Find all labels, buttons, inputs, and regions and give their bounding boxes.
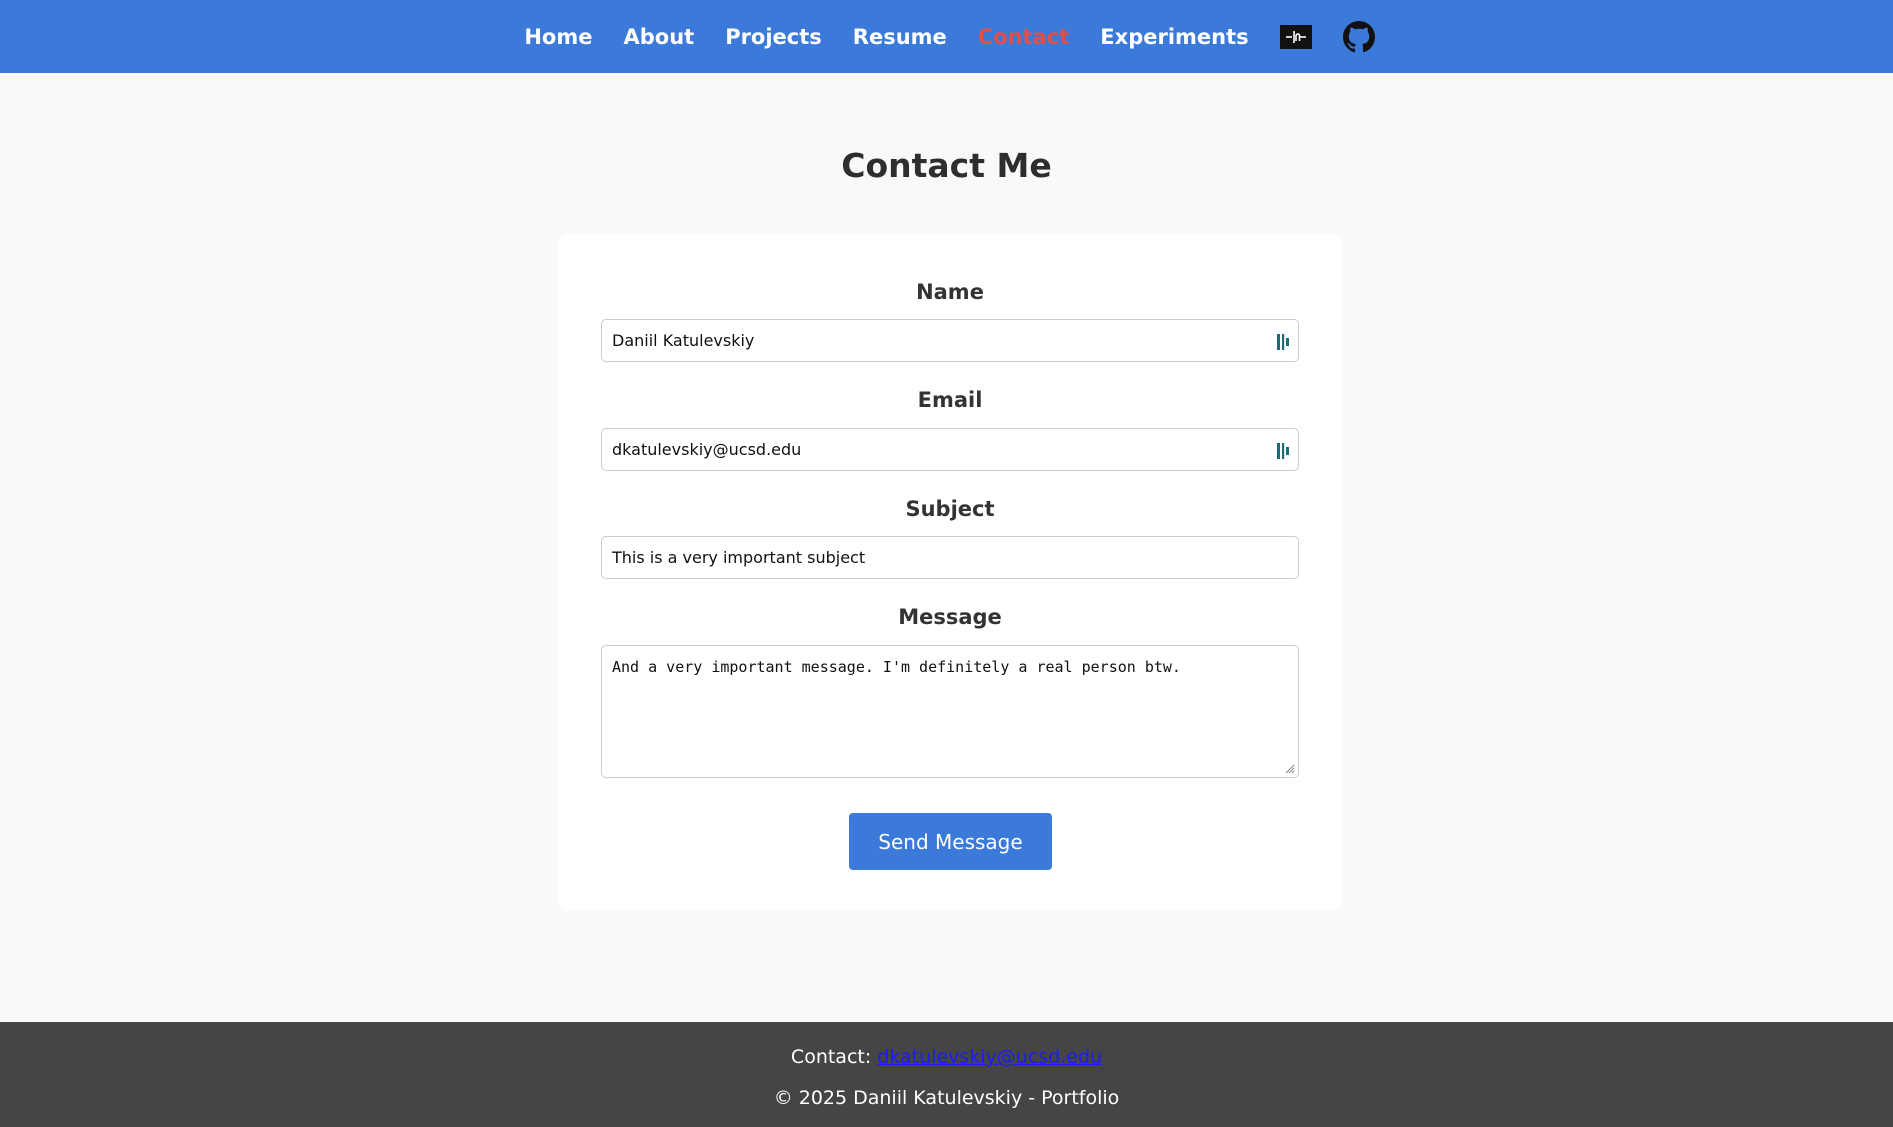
subject-label: Subject (905, 497, 995, 521)
footer-email-link[interactable]: dkatulevskiy@ucsd.edu (877, 1046, 1102, 1068)
name-value: Daniil Katulevskiy (612, 331, 755, 350)
github-link[interactable] (1342, 20, 1375, 53)
nav-link-experiments[interactable]: Experiments (1100, 25, 1248, 49)
footer-contact-prefix: Contact: (790, 1046, 878, 1068)
nav-link-home[interactable]: Home (524, 25, 592, 49)
message-value: And a very important message. I'm defini… (612, 658, 1181, 676)
footer-copyright: © 2025 Daniil Katulevskiy - Portfolio (773, 1087, 1120, 1109)
email-label: Email (917, 388, 983, 412)
nav-links: Home About Projects Resume Contact Exper… (524, 20, 1375, 53)
subject-value: This is a very important subject (612, 548, 866, 567)
nav-link-contact[interactable]: Contact (978, 25, 1070, 49)
message-label: Message (898, 605, 1002, 629)
terminal-logo-icon (1279, 24, 1312, 49)
password-manager-icon[interactable] (1276, 332, 1292, 352)
password-manager-icon[interactable] (1276, 441, 1292, 461)
top-navbar: Home About Projects Resume Contact Exper… (0, 0, 1893, 73)
nav-link-resume[interactable]: Resume (853, 25, 947, 49)
terminal-logo-link[interactable] (1279, 24, 1312, 49)
message-textarea[interactable]: And a very important message. I'm defini… (601, 645, 1299, 778)
github-icon (1342, 20, 1375, 52)
contact-form: Name Daniil Katulevskiy Email dkatulevsk… (558, 234, 1342, 911)
email-value: dkatulevskiy@ucsd.edu (612, 440, 802, 459)
name-label: Name (916, 280, 984, 304)
footer-contact: Contact: dkatulevskiy@ucsd.edu (0, 1044, 1893, 1070)
page-title: Contact Me (841, 146, 1052, 185)
footer: Contact: dkatulevskiy@ucsd.edu © 2025 Da… (0, 1022, 1893, 1127)
subject-field[interactable]: This is a very important subject (601, 536, 1299, 579)
resize-handle-icon[interactable] (1285, 764, 1295, 774)
name-field[interactable]: Daniil Katulevskiy (601, 319, 1299, 362)
email-field[interactable]: dkatulevskiy@ucsd.edu (601, 428, 1299, 471)
nav-link-projects[interactable]: Projects (725, 25, 822, 49)
nav-link-about[interactable]: About (623, 25, 694, 49)
send-message-button[interactable]: Send Message (849, 813, 1052, 870)
